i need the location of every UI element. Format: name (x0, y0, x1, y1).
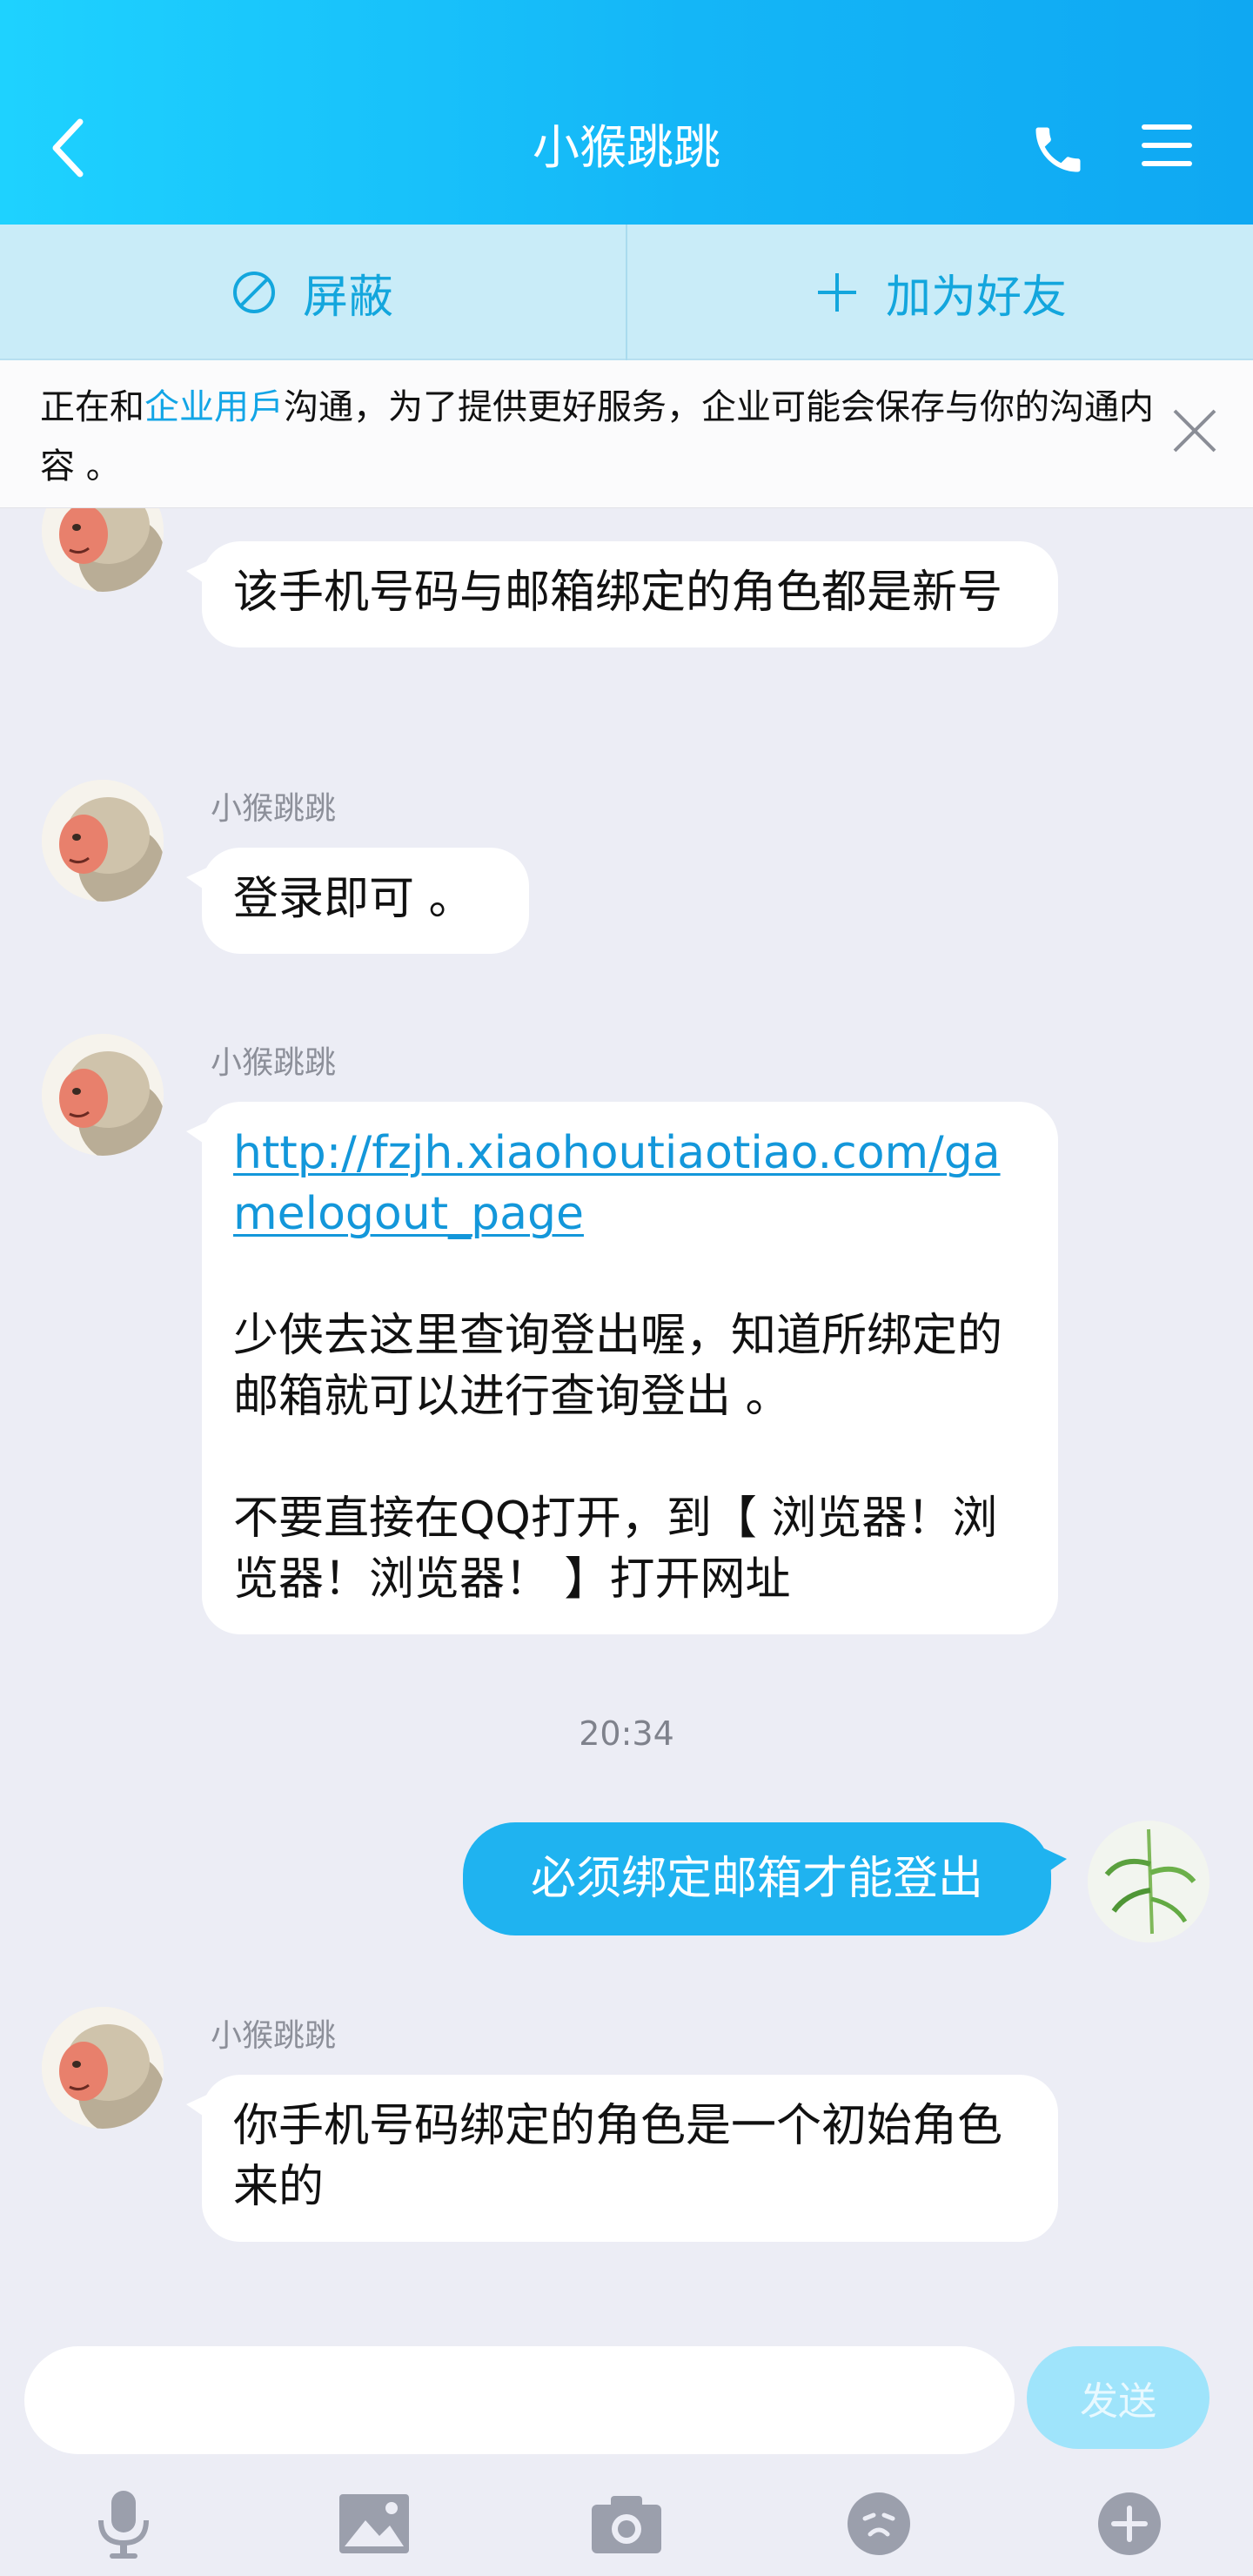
notice-close-button[interactable] (1171, 407, 1218, 454)
avatar[interactable] (42, 1034, 164, 1156)
message-text: 登录即可 。 (233, 873, 474, 925)
menu-icon (1142, 124, 1192, 166)
monkey-avatar-icon (42, 1034, 164, 1156)
message-bubble[interactable]: 你手机号码绑定的角色是一个初始角色来的 (186, 2075, 1058, 2242)
block-label: 屏蔽 (302, 271, 393, 324)
camera-button[interactable] (583, 2480, 670, 2567)
add-friend-label: 加为好友 (885, 271, 1067, 324)
enterprise-user-link[interactable]: 企业用戶 (144, 387, 284, 427)
block-icon (232, 272, 275, 313)
outgoing-message-bubble[interactable]: 必须绑定邮箱才能登出 (463, 1822, 1067, 1935)
emoji-button[interactable] (835, 2480, 922, 2567)
block-button[interactable]: 屏蔽 (0, 225, 625, 360)
more-button[interactable] (1086, 2480, 1173, 2567)
sender-name: 小猴跳跳 (211, 2018, 337, 2054)
plus-circle-icon (1098, 2492, 1161, 2555)
monkey-avatar-icon (42, 780, 164, 902)
message-input[interactable] (24, 2346, 1015, 2454)
sender-name: 小猴跳跳 (211, 1045, 337, 1081)
message-text: 少侠去这里查询登出喔，知道所绑定的邮箱就可以进行查询登出 。 (233, 1310, 1003, 1423)
notice-prefix: 正在和 (40, 387, 144, 427)
bamboo-avatar-icon (1088, 1821, 1209, 1942)
chat-header: 小猴跳跳 (0, 0, 1253, 225)
close-icon (1173, 409, 1216, 453)
phone-icon (1035, 127, 1081, 172)
my-avatar[interactable] (1088, 1821, 1209, 1942)
notice-text-overlay: 正在和企业用戶沟通，为了提供更好服务，企业可能会保存与你的沟通内容 。 (40, 378, 1163, 496)
action-divider (626, 225, 627, 360)
call-button[interactable] (1029, 120, 1088, 179)
send-button[interactable]: 发送 (1027, 2346, 1209, 2449)
action-bar: 屏蔽 加为好友 (0, 225, 1253, 360)
message-timestamp: 20:34 (579, 1714, 674, 1753)
voice-button[interactable] (80, 2480, 167, 2567)
enterprise-notice-overlay: 正在和企业用戶沟通，为了提供更好服务，企业可能会保存与你的沟通内容 。 (0, 360, 1253, 508)
microphone-icon (98, 2491, 149, 2559)
monkey-avatar-icon (42, 2007, 164, 2129)
message-text: 不要直接在QQ打开，到【 浏览器！浏览器！浏览器！ 】打开网址 (233, 1493, 998, 1606)
message-bubble[interactable]: 该手机号码与邮箱绑定的角色都是新号 (186, 541, 1058, 647)
message-text: 该手机号码与邮箱绑定的角色都是新号 (233, 567, 1003, 619)
image-icon (339, 2494, 409, 2553)
message-bubble[interactable]: 登录即可 。 (186, 848, 529, 954)
emoji-icon (848, 2492, 910, 2555)
avatar[interactable] (42, 780, 164, 902)
menu-button[interactable] (1140, 122, 1194, 169)
add-friend-button[interactable]: 加为好友 (628, 225, 1253, 360)
message-link[interactable]: http://fzjh.xiaohoutiaotiao.com/gamelogo… (233, 1127, 1001, 1240)
message-bubble[interactable]: http://fzjh.xiaohoutiaotiao.com/gamelogo… (186, 1102, 1058, 1634)
camera-icon (592, 2496, 661, 2553)
message-text: 你手机号码绑定的角色是一个初始角色来的 (233, 2100, 1003, 2213)
sender-name: 小猴跳跳 (211, 791, 337, 827)
image-button[interactable] (331, 2480, 418, 2567)
avatar[interactable] (42, 2007, 164, 2129)
message-text: 必须绑定邮箱才能登出 (530, 1853, 983, 1905)
input-area: 发送 (0, 2315, 1253, 2576)
plus-icon (817, 273, 856, 312)
